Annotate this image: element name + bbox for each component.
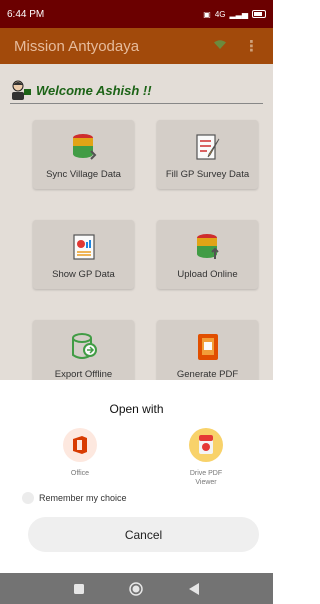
vibrate-icon: ▣	[203, 9, 211, 19]
office-icon	[63, 428, 97, 462]
office-app-option[interactable]: Office	[40, 428, 120, 478]
app-name: Office	[70, 470, 90, 477]
back-icon[interactable]	[186, 581, 202, 597]
network-label: 4G	[214, 9, 226, 19]
status-icons: ▣ 4G ▂▃▅	[203, 10, 266, 19]
cancel-button[interactable]: Cancel	[28, 517, 259, 552]
more-vert-icon[interactable]: ⋮	[244, 37, 259, 55]
drive-pdf-icon	[189, 428, 223, 462]
drive-pdf-viewer-option[interactable]: Drive PDF Viewer	[166, 428, 246, 487]
status-time: 6:44 PM	[7, 8, 45, 20]
remember-choice-row[interactable]: Remember my choice	[22, 492, 127, 504]
open-with-sheet: Open with Office Drive PDF Viewer Rememb…	[0, 380, 273, 573]
recents-icon[interactable]	[71, 581, 87, 597]
signal-icon: ▂▃▅	[229, 9, 248, 19]
remember-radio[interactable]	[22, 492, 34, 504]
status-bar: 6:44 PM ▣ 4G ▂▃▅	[0, 0, 273, 28]
battery-icon	[252, 10, 266, 18]
app-name: Drive PDF Viewer	[189, 470, 223, 486]
navigation-bar	[0, 573, 273, 604]
app-title: Mission Antyodaya	[14, 37, 140, 55]
remember-label: Remember my choice	[39, 493, 127, 503]
dialog-scrim[interactable]	[0, 64, 273, 380]
home-icon[interactable]	[128, 581, 144, 597]
sheet-title: Open with	[109, 402, 164, 416]
wifi-icon[interactable]	[214, 39, 226, 53]
app-bar: Mission Antyodaya ⋮	[0, 28, 273, 64]
